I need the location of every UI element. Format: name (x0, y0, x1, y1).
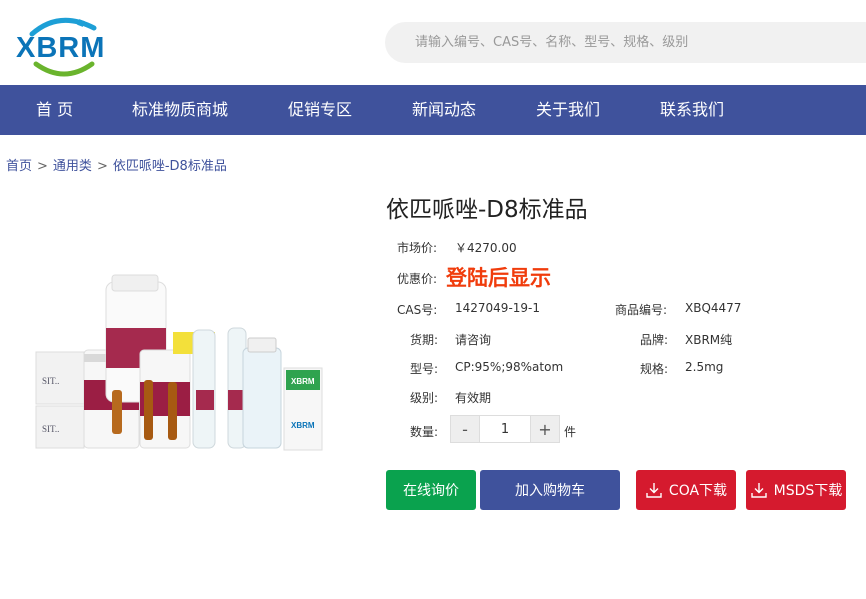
nav-item-home[interactable]: 首 页 (36, 85, 73, 135)
spec-value: 2.5mg (685, 360, 724, 374)
breadcrumb: 首页 > 通用类 > 依匹哌唑-D8标准品 (6, 155, 227, 174)
breadcrumb-home[interactable]: 首页 (6, 159, 32, 174)
discount-value: 登陆后显示 (446, 266, 551, 290)
cas-label: CAS号: (397, 303, 438, 317)
market-price-row: 市场价: (397, 239, 437, 256)
nav-item-about[interactable]: 关于我们 (536, 85, 600, 135)
quantity-stepper: - + (450, 415, 560, 443)
logo-text: XBRM (16, 32, 105, 64)
msds-download-button[interactable]: MSDS下载 (746, 470, 846, 510)
product-title: 依匹哌唑-D8标准品 (386, 197, 588, 223)
search-input[interactable] (415, 22, 855, 63)
model-value: CP:95%;98%atom (455, 360, 564, 374)
qty-plus-button[interactable]: + (530, 415, 560, 443)
qty-minus-button[interactable]: - (450, 415, 480, 443)
logo-icon: XBRM (16, 17, 105, 77)
qty-input[interactable] (480, 415, 530, 443)
svg-text:SIT..: SIT.. (42, 376, 59, 386)
add-cart-button[interactable]: 加入购物车 (480, 470, 620, 510)
qty-label: 数量: (410, 425, 439, 439)
nav-item-promotion[interactable]: 促销专区 (288, 85, 352, 135)
download-icon (646, 483, 662, 498)
logo[interactable]: XBRM (14, 14, 134, 80)
breadcrumb-separator: > (96, 159, 108, 174)
market-price-label: 市场价: (397, 241, 438, 255)
search-box (385, 22, 866, 63)
coa-download-label: COA下载 (668, 483, 728, 499)
breadcrumb-current[interactable]: 依匹哌唑-D8标准品 (113, 159, 227, 174)
nav-item-mall[interactable]: 标准物质商城 (132, 85, 228, 135)
nav-item-news[interactable]: 新闻动态 (412, 85, 476, 135)
delivery-label: 货期: (410, 333, 439, 347)
qty-unit: 件 (564, 425, 577, 439)
model-label: 型号: (410, 362, 439, 376)
breadcrumb-separator: > (37, 159, 48, 174)
breadcrumb-category[interactable]: 通用类 (53, 159, 92, 174)
coa-download-button[interactable]: COA下载 (636, 470, 736, 510)
svg-text:XBRM: XBRM (291, 421, 315, 430)
brand-label: 品牌: (640, 333, 669, 347)
product-code-label: 商品编号: (615, 303, 668, 317)
discount-label: 优惠价: (397, 272, 438, 286)
product-code-value: XBQ4477 (685, 301, 742, 315)
delivery-value: 请咨询 (455, 333, 492, 347)
download-icon (750, 483, 767, 498)
inquiry-button[interactable]: 在线询价 (386, 470, 476, 510)
main-nav: 首 页 标准物质商城 促销专区 新闻动态 关于我们 联系我们 (0, 85, 866, 135)
msds-download-label: MSDS下载 (773, 483, 843, 499)
grade-label: 级别: (410, 391, 439, 405)
svg-text:SIT..: SIT.. (42, 424, 59, 434)
header: XBRM (0, 0, 866, 85)
inquiry-label: 在线询价 (403, 483, 459, 499)
add-cart-label: 加入购物车 (515, 483, 585, 499)
market-price-value: ￥4270.00 (455, 241, 517, 255)
svg-text:XBRM: XBRM (291, 377, 315, 386)
brand-value: XBRM纯 (685, 333, 733, 347)
product-image: SIT.. SIT.. XBRM XBRM (28, 270, 338, 455)
nav-item-contact[interactable]: 联系我们 (660, 85, 724, 135)
spec-label: 规格: (640, 362, 669, 376)
cas-value: 1427049-19-1 (455, 301, 541, 315)
grade-value: 有效期 (455, 391, 492, 405)
